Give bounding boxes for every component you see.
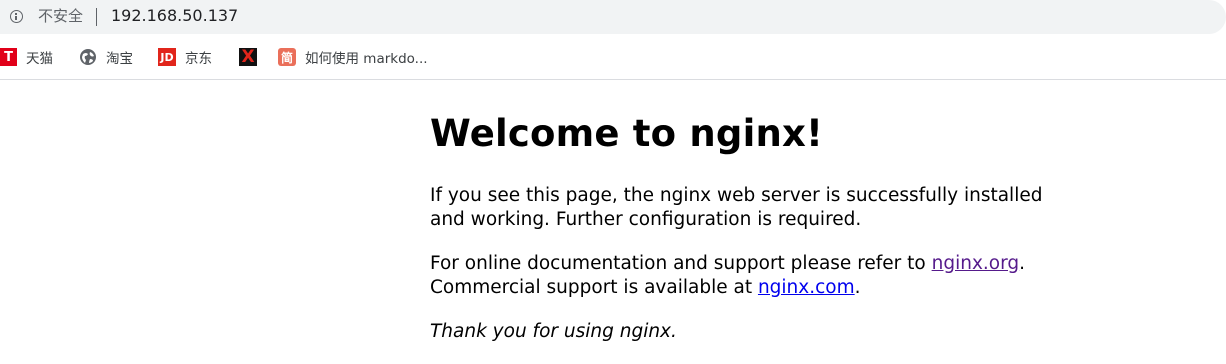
bookmark-label: 京东 [185,51,212,67]
page-content: Welcome to nginx! If you see this page, … [430,110,1070,342]
bookmark-label: 天猫 [26,51,53,67]
browser-chrome: 不安全 192.168.50.137 T 天猫 淘宝 JD 京东 X 简 如何使… [0,0,1226,80]
nginx-com-link[interactable]: nginx.com [758,277,855,298]
url-text[interactable]: 192.168.50.137 [111,5,238,27]
commercial-period: . [854,277,861,298]
bookmark-label: 淘宝 [106,51,133,67]
address-bar[interactable]: 不安全 192.168.50.137 [0,0,1226,34]
support-period: . [1019,253,1026,274]
address-separator [96,8,97,26]
nginx-org-link[interactable]: nginx.org [932,253,1020,274]
globe-icon [79,48,97,66]
thank-you-text: Thank you for using nginx. [430,321,677,342]
security-status-label[interactable]: 不安全 [38,6,83,26]
bookmarks-bar: T 天猫 淘宝 JD 京东 X 简 如何使用 markdo... [0,46,1226,68]
bookmark-tmall[interactable]: T 天猫 [0,46,53,68]
jianshu-icon: 简 [278,48,296,66]
support-paragraph: For online documentation and support ple… [430,252,1070,300]
x-icon: X [239,47,257,67]
commercial-text: Commercial support is available at [430,277,758,298]
support-text: For online documentation and support ple… [430,253,932,274]
intro-paragraph: If you see this page, the nginx web serv… [430,185,1043,230]
bookmark-jd[interactable]: JD 京东 [158,46,212,68]
bookmark-taobao[interactable]: 淘宝 [79,46,133,68]
bookmark-markdown[interactable]: 简 如何使用 markdo... [278,46,428,68]
tmall-icon: T [0,48,17,66]
jd-icon: JD [158,48,176,66]
bookmark-x[interactable]: X [239,46,257,68]
info-icon[interactable] [10,10,23,23]
bookmark-label: 如何使用 markdo... [305,51,428,67]
page-title: Welcome to nginx! [430,112,824,155]
